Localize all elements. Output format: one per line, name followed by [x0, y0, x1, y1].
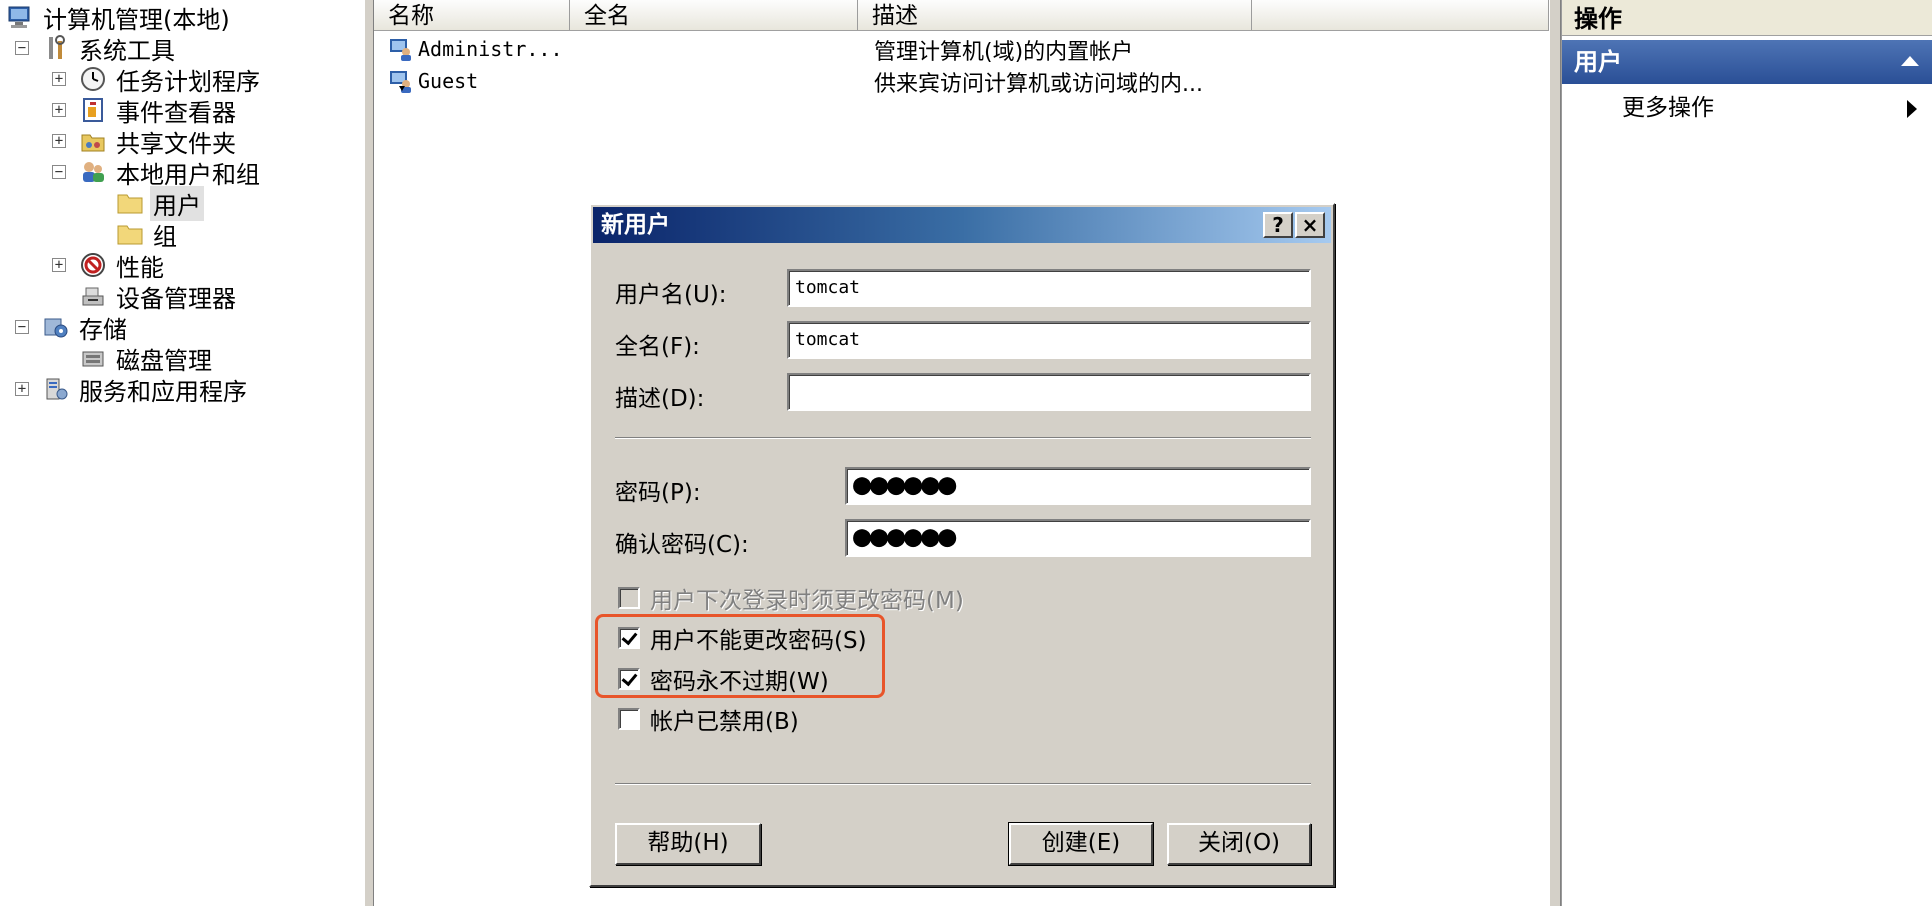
tree-item-services-applications[interactable]: 服务和应用程序 [42, 374, 250, 406]
confirm-password-label: 确认密码(C): [615, 532, 749, 558]
user-icon [386, 35, 414, 63]
new-user-dialog: 新用户 ? × 用户名(U): tomcat 全名(F): tomcat 描述(… [589, 203, 1335, 887]
confirm-password-input[interactable]: ●●●●●● [845, 519, 1311, 557]
tree-item-system-tools[interactable]: 系统工具 [42, 33, 178, 65]
actions-pane: 操作 用户 更多操作 [1561, 0, 1932, 906]
list-cell-description: 管理计算机(域)的内置帐户 [874, 40, 1134, 65]
folder-icon [116, 220, 144, 248]
help-caption-button[interactable]: ? [1263, 212, 1293, 238]
services-icon [42, 375, 70, 403]
clock-icon [79, 65, 107, 93]
fullname-label: 全名(F): [615, 334, 700, 360]
tree-item-label: 计算机管理(本地) [43, 5, 230, 34]
tree-item-shared-folders[interactable]: 共享文件夹 [79, 126, 239, 158]
checkbox-box[interactable] [618, 587, 640, 609]
password-label: 密码(P): [615, 480, 701, 506]
tree-item-label: 设备管理器 [116, 284, 236, 313]
navigation-tree: 计算机管理(本地) − 系统工具 + 任务计划程序 + 事件查看器 + 共享文件… [0, 0, 365, 906]
computer-management-icon [6, 3, 34, 31]
expand-icon[interactable]: + [52, 258, 66, 272]
tree-item-device-manager[interactable]: 设备管理器 [79, 281, 239, 313]
separator [615, 437, 1311, 439]
tree-item-storage[interactable]: 存储 [42, 312, 130, 344]
help-button[interactable]: 帮助(H) [615, 823, 761, 865]
list-row-administrator[interactable]: Administr... [386, 34, 563, 64]
description-label: 描述(D): [615, 386, 705, 412]
event-viewer-icon [79, 96, 107, 124]
expand-icon[interactable]: + [52, 103, 66, 117]
tree-item-label: 本地用户和组 [116, 160, 260, 189]
tree-item-users[interactable]: 用户 [116, 185, 204, 221]
list-cell-name: Administr... [418, 37, 563, 61]
shared-folder-icon [79, 127, 107, 155]
password-input[interactable]: ●●●●●● [845, 467, 1311, 505]
separator [615, 783, 1311, 785]
collapse-arrow-icon[interactable] [1901, 56, 1919, 66]
actions-title: 操作 [1562, 0, 1932, 36]
column-header-description[interactable]: 描述 [858, 0, 1252, 30]
tree-item-performance[interactable]: 性能 [79, 250, 167, 282]
tree-item-label: 磁盘管理 [116, 346, 212, 375]
close-caption-button[interactable]: × [1295, 212, 1325, 238]
list-row-guest[interactable]: Guest [386, 66, 478, 96]
checkbox-label: 用户下次登录时须更改密码(M) [650, 588, 964, 614]
performance-icon [79, 251, 107, 279]
more-actions-label: 更多操作 [1622, 95, 1714, 121]
guest-user-icon [386, 67, 414, 95]
tree-item-label: 用户 [150, 185, 204, 221]
username-input[interactable]: tomcat [787, 269, 1311, 307]
checkbox-box[interactable] [618, 708, 640, 730]
actions-section-users[interactable]: 用户 [1562, 40, 1932, 84]
column-header-empty [1252, 0, 1549, 30]
pane-splitter[interactable] [1549, 0, 1561, 906]
tools-icon [42, 34, 70, 62]
expand-icon[interactable]: + [52, 72, 66, 86]
tree-item-label: 性能 [116, 253, 164, 282]
create-button[interactable]: 创建(E) [1008, 822, 1154, 866]
tree-item-computer-management[interactable]: 计算机管理(本地) [6, 2, 233, 34]
dialog-title: 新用户 [601, 212, 670, 238]
tree-item-label: 共享文件夹 [116, 129, 236, 158]
description-input[interactable] [787, 373, 1311, 411]
disk-icon [79, 344, 107, 372]
list-cell-description: 供来宾访问计算机或访问域的内... [874, 72, 1203, 97]
tree-item-local-users-groups[interactable]: 本地用户和组 [79, 157, 263, 189]
column-header-name[interactable]: 名称 [374, 0, 570, 30]
fullname-input[interactable]: tomcat [787, 321, 1311, 359]
collapse-icon[interactable]: − [15, 320, 29, 334]
list-header: 名称 全名 描述 [374, 0, 1549, 31]
actions-section-label: 用户 [1574, 48, 1622, 76]
users-group-icon [79, 158, 107, 186]
must-change-password-checkbox[interactable]: 用户下次登录时须更改密码(M) [618, 583, 964, 614]
more-actions-item[interactable]: 更多操作 [1562, 90, 1932, 126]
tree-item-label: 系统工具 [79, 36, 175, 65]
tree-item-task-scheduler[interactable]: 任务计划程序 [79, 64, 263, 96]
expand-icon[interactable]: + [52, 134, 66, 148]
column-header-fullname[interactable]: 全名 [570, 0, 858, 30]
checkbox-label: 帐户已禁用(B) [650, 709, 799, 735]
highlight-box [595, 614, 885, 698]
username-label: 用户名(U): [615, 282, 727, 308]
tree-item-label: 任务计划程序 [116, 67, 260, 96]
close-button[interactable]: 关闭(O) [1167, 823, 1311, 865]
storage-icon [42, 313, 70, 341]
folder-icon [116, 189, 144, 217]
tree-item-label: 存储 [79, 315, 127, 344]
expand-icon[interactable]: + [15, 382, 29, 396]
account-disabled-checkbox[interactable]: 帐户已禁用(B) [618, 704, 799, 735]
pane-splitter[interactable] [364, 0, 374, 906]
list-cell-name: Guest [418, 69, 479, 93]
tree-item-event-viewer[interactable]: 事件查看器 [79, 95, 239, 127]
collapse-icon[interactable]: − [52, 165, 66, 179]
tree-item-label: 事件查看器 [116, 98, 236, 127]
submenu-arrow-icon [1907, 100, 1917, 118]
dialog-titlebar[interactable]: 新用户 ? × [593, 207, 1331, 243]
collapse-icon[interactable]: − [15, 41, 29, 55]
tree-item-label: 组 [153, 222, 177, 251]
tree-item-groups[interactable]: 组 [116, 219, 180, 251]
tree-item-label: 服务和应用程序 [79, 377, 247, 406]
device-manager-icon [79, 282, 107, 310]
tree-item-disk-management[interactable]: 磁盘管理 [79, 343, 215, 375]
